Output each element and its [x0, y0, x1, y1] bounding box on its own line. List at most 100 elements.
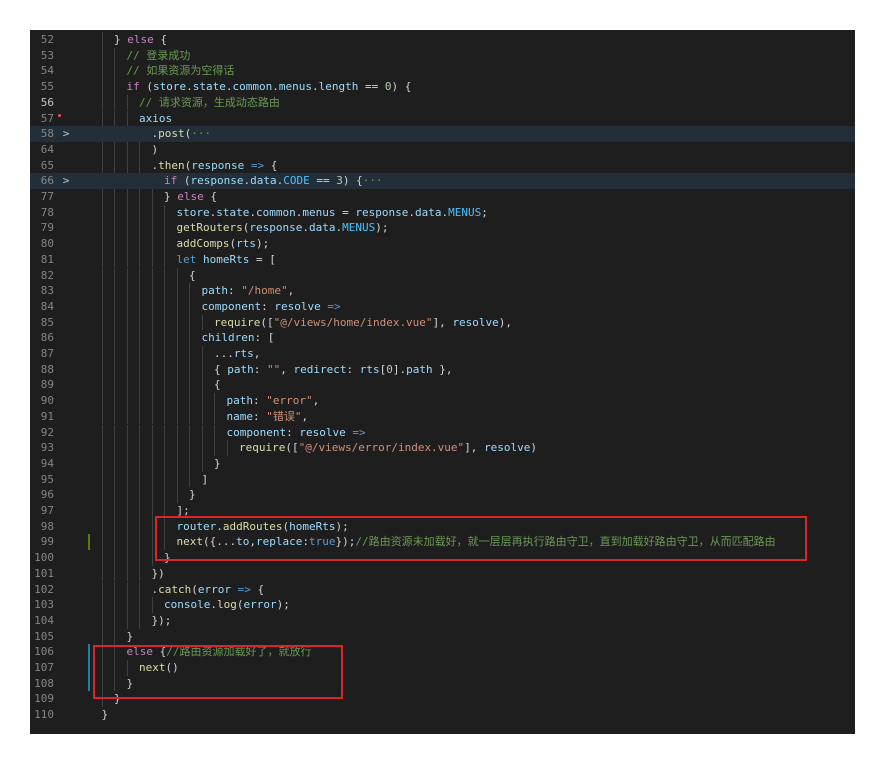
code-token: addComps — [176, 237, 230, 251]
code-text: { — [189, 268, 196, 284]
code-token: } — [214, 456, 221, 470]
code-token: , — [280, 362, 294, 376]
code-line[interactable]: 83 path: "/home", — [30, 283, 855, 299]
line-number: 77 — [40, 190, 54, 203]
code-token: ) { — [391, 80, 412, 94]
line-number: 101 — [34, 566, 54, 580]
code-line[interactable]: 92 component: resolve => — [30, 425, 855, 441]
code-line[interactable]: 58 > .post(··· — [30, 126, 855, 142]
code-line[interactable]: 93 require(["@/views/error/index.vue"], r… — [30, 440, 855, 456]
code-token: . — [312, 80, 319, 94]
code-line[interactable]: 78 store.state.common.menus = response.da… — [30, 205, 855, 221]
code-line[interactable]: 55 if (store.state.common.menus.length ==… — [30, 79, 855, 95]
code-token: ( — [139, 80, 153, 94]
code-text: }) — [152, 566, 165, 582]
fold-chevron-icon[interactable]: > — [61, 173, 71, 189]
code-token: => — [320, 299, 341, 313]
line-number: 104 — [34, 613, 54, 627]
code-line[interactable]: 57 axios — [30, 111, 855, 127]
code-text: .catch(error => { — [152, 582, 265, 598]
code-token: { — [203, 190, 217, 203]
code-editor[interactable]: 52} else {53// 登录成功 54// 如果资源为空得话 55 if (st… — [30, 30, 855, 734]
line-number: 89 — [40, 378, 54, 392]
code-token: if — [126, 80, 140, 94]
code-line[interactable]: 66 > if (response.data.CODE == 3) {··· — [30, 173, 855, 189]
code-token: menus — [278, 80, 312, 94]
code-token: ··· — [191, 127, 212, 141]
code-line[interactable]: 65 .then(response => { — [30, 158, 855, 174]
line-number: 52 — [40, 33, 54, 46]
code-token: ); — [255, 237, 270, 251]
code-line[interactable]: 88 { path: "", redirect: rts[0].path }, — [30, 362, 855, 378]
code-line[interactable]: 110} — [30, 707, 855, 723]
code-line[interactable]: 104}); — [30, 613, 855, 629]
code-token: children — [201, 331, 255, 345]
code-line[interactable]: 79 getRouters(response.data.MENUS); — [30, 220, 855, 236]
code-text: children: [ — [202, 330, 275, 346]
code-line[interactable]: 85 require(["@/views/home/index.vue"], re… — [30, 315, 855, 331]
code-token: 3 — [336, 174, 343, 188]
code-line[interactable]: 80 addComps(rts); — [30, 236, 855, 252]
code-token: post — [158, 127, 185, 141]
code-token: { — [189, 268, 196, 282]
code-token: == — [358, 80, 385, 94]
code-line[interactable]: 101}) — [30, 566, 855, 582]
code-line[interactable]: 52} else { — [30, 32, 855, 48]
code-token: data — [414, 205, 442, 219]
code-line[interactable]: 84 component: resolve => — [30, 299, 855, 315]
code-line[interactable]: 105} — [30, 629, 855, 645]
code-line[interactable]: 103 console.log(error); — [30, 597, 855, 613]
code-token: // 请求资源，生成动态路由 — [139, 95, 280, 109]
code-text: // 登录成功 — [127, 48, 191, 64]
code-line[interactable]: 90 path: "error", — [30, 393, 855, 409]
code-line[interactable]: 95] — [30, 472, 855, 488]
code-token: resolve — [484, 441, 531, 455]
code-line[interactable]: 91 name: "错误", — [30, 409, 855, 425]
code-line[interactable]: 64) — [30, 142, 855, 158]
code-token: }) — [151, 566, 165, 580]
code-token: . — [186, 80, 193, 94]
code-text: store.state.common.menus = response.data… — [177, 205, 488, 221]
code-token: response — [191, 158, 245, 172]
git-change-marker — [88, 644, 90, 660]
code-line[interactable]: 54 // 如果资源为空得话 — [30, 63, 855, 79]
code-token: name — [226, 409, 254, 423]
code-token: { — [250, 582, 265, 596]
code-token: then — [158, 158, 185, 172]
line-number: 107 — [34, 661, 54, 674]
code-token: 0 — [386, 362, 393, 376]
line-number: 100 — [34, 551, 54, 565]
code-token: = — [335, 205, 356, 219]
code-token: ), — [498, 315, 513, 329]
code-token: ( — [177, 174, 191, 188]
code-line[interactable]: 81 let homeRts = [ — [30, 252, 855, 268]
code-line[interactable]: 86 children: [ — [30, 330, 855, 346]
code-token: require — [214, 315, 261, 329]
code-line[interactable]: 87 ...rts, — [30, 346, 855, 362]
code-line[interactable]: 53 // 登录成功 — [30, 48, 855, 64]
code-token: response — [249, 221, 303, 235]
fold-chevron-icon[interactable]: > — [61, 126, 71, 142]
code-token: => — [244, 158, 265, 172]
code-line[interactable]: 89 { — [30, 377, 855, 393]
code-token: resolve — [299, 425, 346, 439]
code-line[interactable]: 56 // 请求资源，生成动态路由 — [30, 95, 855, 111]
code-line[interactable]: 102 .catch(error => { — [30, 582, 855, 598]
line-number: 109 — [34, 692, 54, 706]
code-token: CODE — [283, 174, 310, 188]
code-token: ) — [151, 142, 159, 156]
code-token: . — [210, 598, 217, 612]
code-token: state — [216, 205, 250, 219]
code-line[interactable]: 96} — [30, 487, 855, 503]
code-token: else — [127, 33, 154, 46]
code-line[interactable]: 94} — [30, 456, 855, 472]
code-line[interactable]: 82 { — [30, 268, 855, 284]
code-text: { — [214, 377, 221, 393]
code-token: console — [164, 598, 211, 612]
line-number: 64 — [40, 142, 54, 156]
code-text: } — [127, 629, 134, 645]
code-text: } — [214, 456, 221, 472]
code-line[interactable]: 77} else { — [30, 189, 855, 205]
code-token: response — [355, 205, 409, 219]
